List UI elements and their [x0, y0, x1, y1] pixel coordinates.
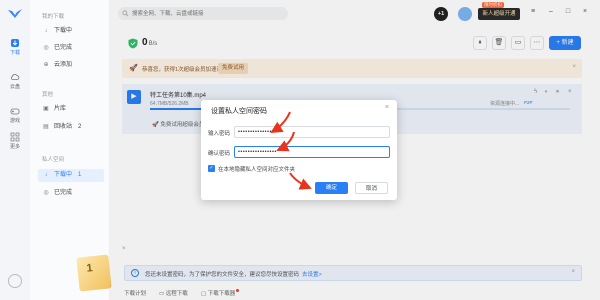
sidebar-item-label: 片库 — [54, 106, 67, 112]
sidebar-item-downloading[interactable]: ↓ 下载中 — [38, 25, 104, 38]
sidebar: 我的下载 ↓ 下载中 ◎ 已完成 ⊕ 云添加 其他 ▣ 片库 ▤ 回收站 2 私人空间 ↓ 下… — [30, 0, 126, 300]
dialog-title: 设置私人空间密码 — [211, 108, 267, 115]
rail-label-more: 更多 — [9, 144, 20, 150]
sidebar-section-mine: 我的下载 — [42, 14, 65, 20]
confirm-button[interactable]: 确定 — [315, 182, 348, 194]
confirm-password-label: 确认密码 — [208, 151, 231, 157]
film-icon: ▣ — [43, 106, 49, 112]
check-circle-icon: ◎ — [43, 190, 49, 196]
sidebar-item-label: 已完成 — [54, 190, 73, 196]
cancel-button[interactable]: 取消 — [355, 182, 388, 194]
download-icon — [11, 39, 19, 47]
app-logo-icon — [8, 9, 22, 18]
cloud-add-icon: ⊕ — [43, 62, 49, 68]
rail-label-game: 游戏 — [9, 118, 20, 124]
promo-card-number: 1 — [85, 262, 94, 275]
grid-icon — [10, 132, 20, 142]
sidebar-item-library[interactable]: ▣ 片库 — [38, 103, 104, 116]
sidebar-item-label: 回收站 — [54, 124, 73, 130]
trash-icon: ▤ — [43, 124, 49, 130]
hide-folder-checkbox[interactable]: ✓ — [208, 165, 215, 172]
rail-item-game[interactable]: 游戏 — [0, 106, 30, 124]
sidebar-item-label: 云添加 — [54, 62, 73, 68]
rail-item-download[interactable]: 下载 — [0, 38, 30, 56]
password-input[interactable] — [234, 126, 390, 138]
gamepad-icon — [10, 108, 20, 115]
sidebar-item-label: 已完成 — [54, 45, 73, 51]
promo-card[interactable]: 1 — [76, 254, 112, 292]
confirm-password-input[interactable] — [234, 146, 390, 158]
private-downloading-count: 1 — [78, 172, 82, 178]
sidebar-item-label: 下载中 — [54, 172, 73, 178]
sidebar-item-recycle[interactable]: ▤ 回收站 2 — [38, 121, 104, 134]
sidebar-item-label: 下载中 — [54, 28, 73, 34]
download-arrow-icon: ↓ — [44, 28, 48, 34]
sidebar-item-private-completed[interactable]: ◎ 已完成 — [38, 187, 104, 200]
sidebar-section-other: 其他 — [42, 92, 54, 98]
rail-label-cloud: 云盘 — [9, 84, 20, 90]
feedback-icon[interactable] — [8, 274, 22, 288]
sidebar-section-private: 私人空间 — [42, 157, 65, 163]
rail-label-download: 下载 — [9, 50, 20, 56]
cloud-icon — [10, 74, 20, 80]
sidebar-item-cloud-add[interactable]: ⊕ 云添加 — [38, 59, 104, 72]
sidebar-item-private-downloading[interactable]: ↓ 下载中 1 — [38, 169, 104, 182]
icon-rail: 下载 云盘 游戏 更多 — [0, 0, 30, 300]
hide-folder-checkbox-label: 在本地隐藏私人空间对应文件夹 — [218, 167, 296, 173]
set-private-password-dialog: 设置私人空间密码 × 输入密码 确认密码 ✓ 在本地隐藏私人空间对应文件夹 确定… — [201, 100, 397, 200]
download-arrow-icon: ↓ — [44, 172, 48, 178]
rail-item-more[interactable]: 更多 — [0, 132, 30, 150]
check-circle-icon: ◎ — [43, 45, 49, 51]
sidebar-item-completed[interactable]: ◎ 已完成 — [38, 42, 104, 55]
close-icon[interactable]: × — [385, 104, 389, 111]
recycle-count: 2 — [78, 124, 82, 130]
rail-item-cloud[interactable]: 云盘 — [0, 72, 30, 90]
password-label: 输入密码 — [208, 131, 231, 137]
